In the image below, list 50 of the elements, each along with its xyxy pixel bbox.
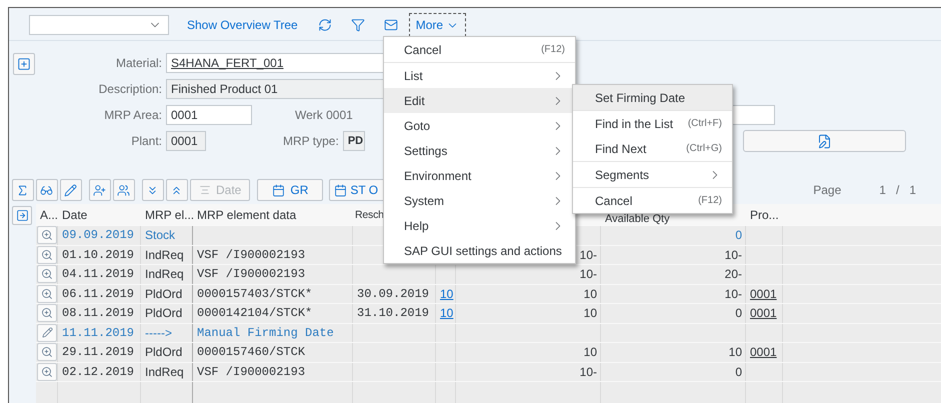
cell-text: IndReq (145, 248, 184, 262)
field-label: Material: (114, 56, 163, 70)
cell-text: 10- (724, 248, 742, 262)
cell-text: 04.11.2019 (62, 267, 134, 282)
field-label: Plant: (130, 134, 163, 148)
cell-text: 0 (735, 364, 742, 379)
cell-text: 10- (724, 286, 742, 301)
page-current: 1 (879, 183, 886, 197)
cell-text: Manual Firming Date (197, 326, 334, 340)
cell-text: VSF /I900002193 (197, 364, 306, 379)
cell-text: 31.10.2019 (357, 306, 430, 320)
cell-text: 11.11.2019 (62, 326, 134, 340)
cell-text: -----> (145, 326, 172, 340)
cell-text: 0000142104/STCK* (197, 306, 312, 320)
page-total: 1 (909, 183, 916, 197)
cell-text: 0000157460/STCK (197, 345, 306, 360)
cell-text: IndReq (145, 364, 184, 379)
cell-text: 0 (735, 306, 742, 320)
page-separator: / (896, 183, 900, 197)
cell-text: 20- (724, 267, 742, 282)
field-label: MRP type: (283, 134, 339, 148)
cell-text: 06.11.2019 (62, 286, 134, 301)
cell-text: 10 (584, 345, 597, 360)
field-label: Description: (98, 82, 163, 96)
cell-text: 02.12.2019 (62, 364, 134, 379)
cell-text: Stock (145, 228, 176, 242)
cell-text: 10 (728, 345, 742, 360)
cell-text: 30.09.2019 (357, 286, 430, 301)
cell-text: VSF /I900002193 (197, 267, 306, 282)
cell-text: 10 (584, 286, 597, 301)
mrp-type-field: PD (342, 131, 365, 151)
cell-text: PldOrd (145, 345, 182, 360)
cell-text: 0000157403/STCK* (197, 286, 312, 301)
cell-text: 10- (580, 364, 597, 379)
cell-text: VSF /I900002193 (197, 248, 306, 262)
cell-text: 01.10.2019 (62, 248, 134, 262)
cell-text: 10 (584, 306, 597, 320)
cell-text: 10- (580, 248, 597, 262)
cell-text: 0 (735, 228, 742, 242)
field-label: MRP Area: (103, 108, 163, 122)
page-label: Page (813, 183, 842, 197)
cell-text: 08.11.2019 (62, 306, 134, 320)
cell-text: PldOrd (145, 306, 182, 320)
cell-text: 10- (580, 267, 597, 282)
cell-text: PldOrd (145, 286, 182, 301)
cell-text: 09.09.2019 (62, 228, 134, 242)
plant-field: 0001 (166, 131, 206, 151)
plant-name-text: Werk 0001 (295, 108, 353, 122)
cell-text: 29.11.2019 (62, 345, 134, 360)
cell-text: IndReq (145, 267, 184, 282)
